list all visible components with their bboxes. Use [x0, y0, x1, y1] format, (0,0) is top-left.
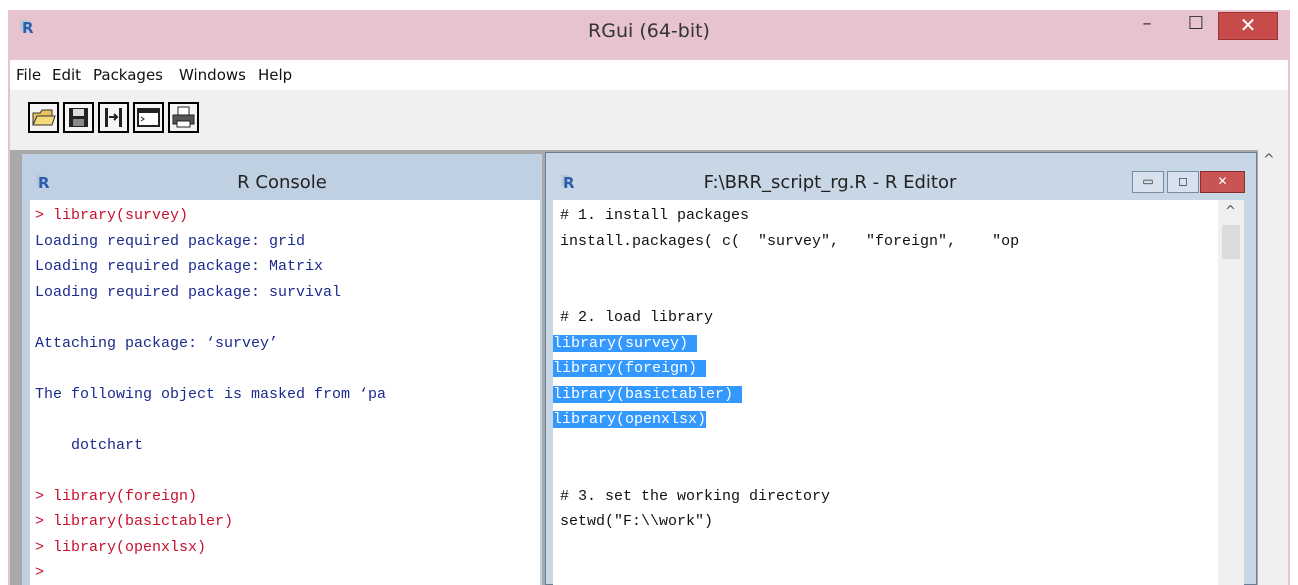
console-line: > library(basictabler) [35, 513, 234, 530]
editor-line: install.packages( c( "survey", "foreign"… [560, 232, 1020, 250]
editor-text-area[interactable]: # 1. install packages install.packages( c… [553, 200, 1218, 585]
editor-line: setwd("F:\\work") [560, 513, 714, 530]
menu-help[interactable]: Help [258, 66, 292, 84]
menu-edit[interactable]: Edit [52, 66, 81, 84]
open-script-icon[interactable] [28, 102, 59, 133]
console-line: Loading required package: grid [35, 232, 306, 250]
toolbar [10, 90, 1288, 150]
editor-r-logo-icon: R [563, 174, 575, 192]
workspace-scrollbar[interactable] [1258, 150, 1288, 585]
editor-line: # 1. install packages [560, 207, 750, 224]
maximize-button[interactable]: ☐ [1176, 12, 1216, 38]
editor-line-selected: library(survey) [553, 334, 698, 352]
console-line: > library(openxlsx) [35, 538, 207, 556]
console-line: Loading required package: Matrix [35, 258, 324, 275]
editor-maximize-button[interactable]: ◻ [1167, 171, 1199, 193]
close-button[interactable]: ✕ [1218, 12, 1278, 40]
editor-line: # 3. set the working directory [560, 487, 831, 505]
console-line: Loading required package: survival [35, 283, 342, 301]
editor-line-selected: library(foreign) [553, 360, 707, 377]
save-icon[interactable] [63, 102, 94, 133]
editor-line: # 2. load library [560, 309, 714, 326]
background-strip [0, 0, 1298, 10]
menu-windows[interactable]: Windows [179, 66, 246, 84]
minimize-button[interactable]: – [1127, 12, 1167, 38]
menu-file[interactable]: File [16, 66, 41, 84]
menu-packages[interactable]: Packages [93, 66, 163, 84]
console-output[interactable]: > library(survey) Loading required packag… [30, 200, 540, 585]
load-workspace-icon[interactable] [98, 102, 129, 133]
editor-scroll-up-arrow-icon[interactable]: ^ [1225, 204, 1236, 219]
editor-title: F:\BRR_script_rg.R - R Editor [703, 172, 957, 193]
console-icon[interactable] [133, 102, 164, 133]
editor-close-button[interactable]: ✕ [1200, 171, 1245, 193]
console-title: R Console [237, 172, 327, 193]
scroll-up-arrow-icon[interactable]: ^ [1263, 152, 1275, 168]
window-title: RGui (64-bit) [588, 20, 710, 42]
editor-minimize-button[interactable]: ▭ [1132, 171, 1164, 193]
print-icon[interactable] [168, 102, 199, 133]
console-line: Attaching package: ‘survey’ [35, 334, 279, 352]
editor-scrollbar-thumb[interactable] [1222, 225, 1240, 259]
console-line: > library(survey) [35, 207, 189, 224]
editor-line-selected: library(openxlsx) [553, 411, 707, 428]
console-line: > [35, 564, 45, 581]
console-line: dotchart [35, 436, 144, 454]
console-line: The following object is masked from ‘pa [35, 385, 387, 403]
editor-line-selected: library(basictabler) [553, 385, 743, 403]
console-line: > library(foreign) [35, 487, 198, 505]
